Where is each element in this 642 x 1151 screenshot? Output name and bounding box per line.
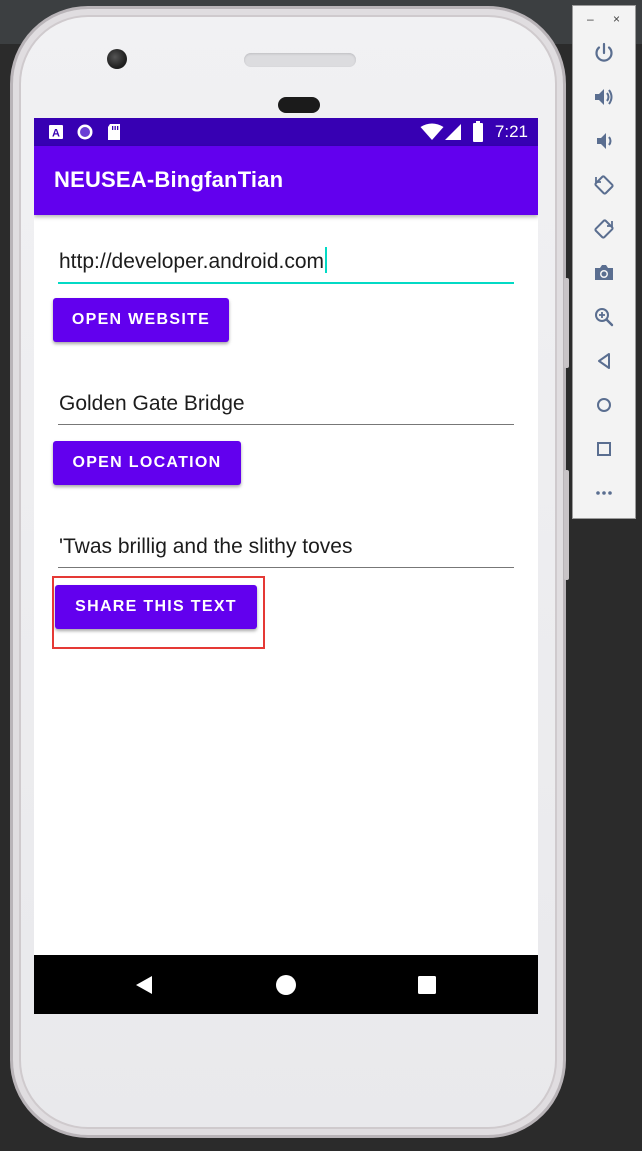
home-icon[interactable] [275,974,297,996]
minimize-icon[interactable]: – [587,12,594,26]
device-screen: A 7:21 NEUSEA-BingfanTian http://develop… [34,118,538,1014]
wifi-icon [420,123,444,140]
open-location-button[interactable]: OPEN LOCATION [53,441,241,485]
front-camera [107,49,127,69]
rotate-left-icon[interactable] [592,173,616,197]
back-icon[interactable] [592,349,616,373]
svg-text:A: A [52,128,60,140]
back-icon[interactable] [134,975,154,995]
circle-notification-icon [77,124,93,140]
power-side-button [564,278,569,368]
more-icon[interactable] [592,481,616,505]
navigation-bar [34,955,538,1014]
battery-icon [473,121,483,142]
earpiece-speaker [244,53,356,67]
emulator-control-panel: – × [572,5,636,519]
signal-icon [445,124,461,140]
website-input-text: http://developer.android.com [59,250,325,273]
proximity-sensor [278,97,320,113]
close-icon[interactable]: × [613,12,620,26]
app-title: NEUSEA-BingfanTian [54,167,284,192]
share-text-input[interactable]: 'Twas brillig and the slithy toves [58,531,514,568]
home-icon[interactable] [592,393,616,417]
zoom-icon[interactable] [592,305,616,329]
volume-side-button [564,470,569,580]
website-input[interactable]: http://developer.android.com [58,246,514,284]
highlight-box [52,576,265,649]
open-website-button[interactable]: OPEN WEBSITE [53,298,229,342]
status-time: 7:21 [494,122,528,141]
recents-icon[interactable] [418,976,436,994]
text-cursor [325,247,328,273]
rotate-right-icon[interactable] [592,217,616,241]
status-bar: A 7:21 [34,118,538,146]
sdcard-icon [108,124,120,140]
overview-icon[interactable] [592,437,616,461]
location-input[interactable]: Golden Gate Bridge [58,388,514,425]
volume-down-icon[interactable] [592,129,616,153]
share-text-input-text: 'Twas brillig and the slithy toves [59,535,353,558]
volume-up-icon[interactable] [592,85,616,109]
a-notification-icon: A [49,125,63,140]
location-input-text: Golden Gate Bridge [59,392,245,415]
power-icon[interactable] [592,41,616,65]
emulator-stage: A 7:21 NEUSEA-BingfanTian http://develop… [0,0,642,1151]
app-bar: NEUSEA-BingfanTian [34,146,538,215]
camera-icon[interactable] [592,261,616,285]
